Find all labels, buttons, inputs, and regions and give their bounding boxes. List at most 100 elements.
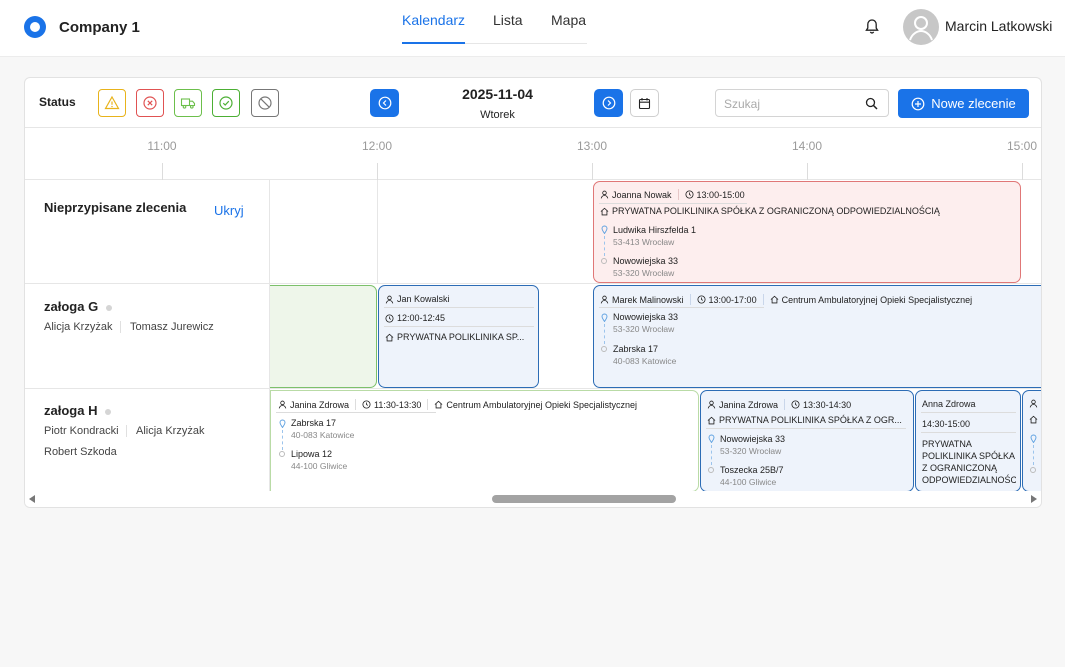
order-card-g-2[interactable]: Marek Malinowski 13:00-17:00 Centrum Amb… xyxy=(593,285,1041,388)
status-filter-in-transit[interactable] xyxy=(174,89,202,117)
hide-unassigned-link[interactable]: Ukryj xyxy=(214,203,244,218)
divider xyxy=(599,307,764,308)
crew-member: Alicja Krzyżak xyxy=(44,321,113,333)
hour-label-15: 15:00 xyxy=(1006,139,1038,153)
hour-tick xyxy=(377,163,378,180)
dropoff-city: 44-100 Gliwice xyxy=(720,477,777,487)
person-icon xyxy=(600,190,609,199)
route-line xyxy=(604,324,605,344)
pickup-city: 53-320 Wrocław xyxy=(613,324,675,334)
order-person: Janina Zdrowa xyxy=(290,399,350,410)
search-input[interactable] xyxy=(724,95,854,113)
crew-g-row: załoga G Alicja Krzyżak Tomasz Jurewicz … xyxy=(25,284,1041,389)
check-circle-icon xyxy=(219,96,233,110)
scroll-right-arrow-icon[interactable] xyxy=(1031,495,1037,503)
user-avatar-icon[interactable] xyxy=(903,9,939,45)
dropoff-city: 44-100 Gliwice xyxy=(291,461,348,471)
company-logo-icon[interactable] xyxy=(24,16,46,38)
calendar-card: Status 2025-11-04 Wtorek Szukaj Nowe zle… xyxy=(24,77,1042,508)
bell-icon[interactable] xyxy=(864,18,880,36)
divider xyxy=(706,428,906,429)
calendar-icon xyxy=(638,97,651,109)
clock-icon xyxy=(385,313,394,323)
crew-h-title: załoga H xyxy=(44,403,112,418)
order-client: PRYWATNA POLIKLINIKA SPÓŁKA Z OGRANICZON… xyxy=(922,439,1016,485)
current-weekday: Wtorek xyxy=(480,109,515,121)
destination-circle-icon xyxy=(708,467,714,473)
pin-icon xyxy=(601,313,608,322)
next-day-button[interactable] xyxy=(594,89,623,117)
scroll-left-arrow-icon[interactable] xyxy=(29,495,35,503)
route-line xyxy=(1033,445,1034,465)
route-line xyxy=(282,430,283,450)
status-filter-cancelled[interactable] xyxy=(136,89,164,117)
truck-icon xyxy=(180,98,196,109)
crew-h-row: załoga H Piotr Kondracki Alicja Krzyżak … xyxy=(25,389,1041,492)
crew-member: Robert Szkoda xyxy=(44,446,117,458)
status-filter-warning[interactable] xyxy=(98,89,126,117)
pin-icon xyxy=(1030,434,1037,443)
divider xyxy=(384,326,534,327)
new-order-label: Nowe zlecenie xyxy=(931,96,1016,111)
destination-circle-icon xyxy=(1030,467,1036,473)
tab-mapa[interactable]: Mapa xyxy=(551,12,586,28)
crew-member: Alicja Krzyżak xyxy=(136,425,205,437)
unassigned-title: Nieprzypisane zlecenia xyxy=(44,200,187,215)
dropoff-street: Toszecka 25B/7 xyxy=(720,465,784,475)
divider xyxy=(921,412,1016,413)
clock-icon xyxy=(362,400,371,409)
home-icon xyxy=(770,295,778,304)
search-icon[interactable] xyxy=(865,97,878,110)
order-card-unassigned[interactable]: Joanna Nowak 13:00-15:00 PRYWATNA POLIKL… xyxy=(593,181,1021,283)
clock-icon xyxy=(685,190,694,199)
scrollbar-thumb[interactable] xyxy=(492,495,676,503)
pickup-city: 53-413 Wrocław xyxy=(613,237,675,247)
status-filter-done[interactable] xyxy=(212,89,240,117)
pin-icon xyxy=(601,225,608,234)
crew-g-row-header: załoga G Alicja Krzyżak Tomasz Jurewicz xyxy=(25,284,270,388)
pickup-street: Nowowiejska 33 xyxy=(720,434,786,444)
destination-circle-icon xyxy=(601,346,607,352)
crew-h-row-header: załoga H Piotr Kondracki Alicja Krzyżak … xyxy=(25,389,270,491)
order-card-g-1[interactable]: Jan Kowalski 12:00-12:45 PRYWATNA POLIKL… xyxy=(378,285,539,388)
route-line xyxy=(604,236,605,256)
divider xyxy=(126,425,127,437)
order-client: PRYWATNA POLIKLINIKA SPÓŁKA Z OGRANICZON… xyxy=(612,206,940,216)
order-time: 14:30-15:00 xyxy=(922,419,971,429)
divider xyxy=(384,307,534,308)
person-icon xyxy=(1029,399,1038,408)
order-card-h-3[interactable]: Anna Zdrowa 14:30-15:00 PRYWATNA POLIKLI… xyxy=(915,390,1021,492)
hour-label-14: 14:00 xyxy=(791,139,823,153)
clock-icon xyxy=(791,400,800,409)
divider xyxy=(599,203,747,204)
horizontal-scrollbar[interactable] xyxy=(25,491,1041,507)
crew-g-name: załoga G xyxy=(44,299,99,314)
date-picker-button[interactable] xyxy=(630,89,659,117)
order-card-h-1[interactable]: Janina Zdrowa 11:30-13:30 Centrum Ambula… xyxy=(270,390,699,492)
hour-tick xyxy=(162,163,163,180)
hour-label-13: 13:00 xyxy=(576,139,608,153)
order-client: Centrum Ambulatoryjnej Opieki Specjalist… xyxy=(446,399,638,410)
tab-kalendarz[interactable]: Kalendarz xyxy=(402,12,465,28)
person-icon xyxy=(600,295,609,304)
order-card-h-2[interactable]: Janina Zdrowa 13:30-14:30 PRYWATNA POLIK… xyxy=(700,390,914,492)
home-icon xyxy=(707,416,716,424)
user-name[interactable]: Marcin Latkowski xyxy=(945,18,1052,34)
divider xyxy=(921,432,1016,433)
divider xyxy=(276,412,436,413)
pickup-city: 53-320 Wrocław xyxy=(720,446,782,456)
search-box[interactable] xyxy=(715,89,889,117)
tab-lista[interactable]: Lista xyxy=(493,12,523,28)
status-filter-blocked[interactable] xyxy=(251,89,279,117)
order-card-h-4[interactable] xyxy=(1022,390,1041,492)
destination-circle-icon xyxy=(601,258,607,264)
hour-gridline xyxy=(377,180,378,284)
order-card-partial[interactable] xyxy=(270,285,377,388)
destination-circle-icon xyxy=(279,451,285,457)
previous-day-button[interactable] xyxy=(370,89,399,117)
unassigned-row-header: Nieprzypisane zlecenia Ukryj xyxy=(25,180,270,283)
new-order-button[interactable]: Nowe zlecenie xyxy=(898,89,1029,118)
person-icon xyxy=(707,400,716,409)
company-name[interactable]: Company 1 xyxy=(59,19,140,36)
crew-h-name: załoga H xyxy=(44,403,98,418)
